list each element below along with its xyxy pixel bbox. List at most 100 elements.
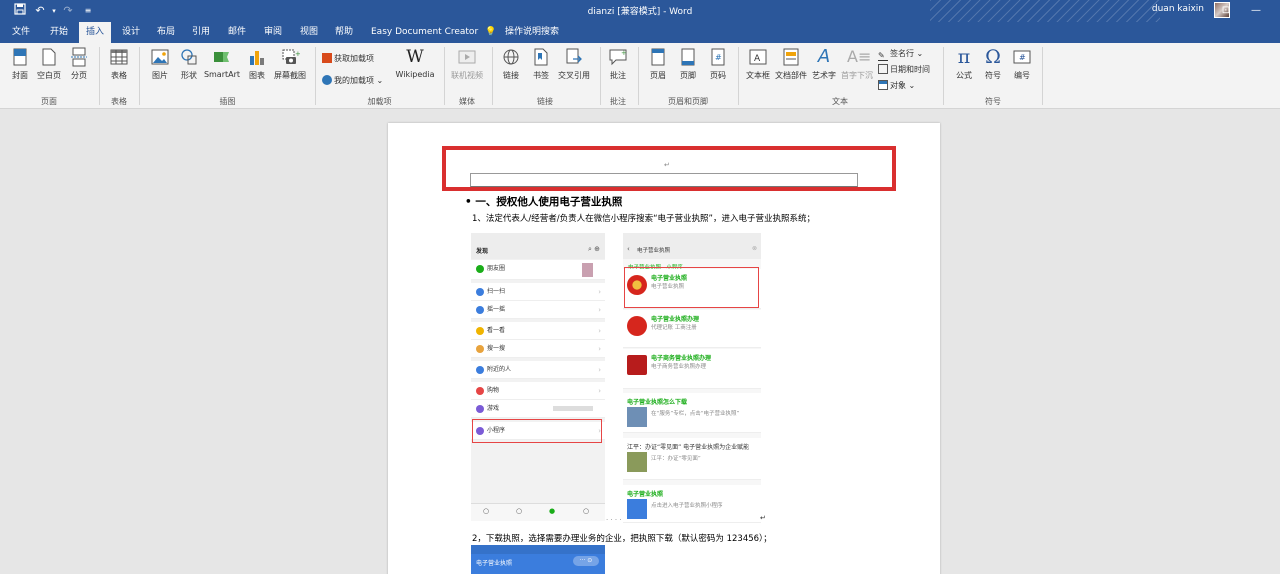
group-pages-label: 页面: [41, 97, 57, 106]
tab-help[interactable]: 帮助: [328, 22, 360, 43]
wordart-button[interactable]: A 艺术字: [809, 47, 839, 81]
tab-layout[interactable]: 布局: [150, 22, 182, 43]
list-item-label: 扫一扫: [487, 288, 506, 295]
ribbon-separator: [99, 47, 100, 105]
svg-text:+: +: [295, 50, 300, 58]
cover-page-button[interactable]: 封面: [6, 47, 34, 81]
get-addins-label: 获取加载项: [334, 54, 374, 63]
document-area: ↵ • 一、授权他人使用电子营业执照 1、法定代表人/经营者/负责人在微信小程序…: [0, 110, 1280, 574]
online-video-button[interactable]: 联机视频: [449, 47, 485, 81]
footer-button[interactable]: 页脚: [674, 47, 702, 81]
signature-line-button[interactable]: ✎ 签名行 ⌄: [878, 48, 923, 61]
tab-references[interactable]: 引用: [185, 22, 217, 43]
page-number-button[interactable]: # 页码: [704, 47, 732, 81]
my-addins-icon: [322, 75, 332, 85]
page-break-button[interactable]: 分页: [66, 47, 92, 81]
tab-mailings[interactable]: 邮件: [221, 22, 253, 43]
ribbon-separator: [444, 47, 445, 105]
tab-home[interactable]: 开始: [43, 22, 75, 43]
tab-easy-document-creator[interactable]: Easy Document Creator: [364, 22, 485, 43]
list-item-label: 游戏: [487, 405, 500, 412]
numbering-button[interactable]: # 编号: [1008, 47, 1036, 81]
header-button[interactable]: 页眉: [644, 47, 672, 81]
bookmark-icon: [534, 48, 548, 66]
phone-screenshot-search: ‹ 电子营业执照 ⊗ 电子营业执照 · 小程序 电子营业执照 电子营业执照 电子营…: [623, 233, 761, 523]
group-header-footer-label: 页眉和页脚: [668, 97, 708, 106]
title-bar: ↶ ▾ ↷ ≡ dianzi [兼容模式] - Word duan kaixin…: [0, 0, 1280, 22]
ribbon-separator: [1042, 47, 1043, 105]
list-item: 附近的人 ›: [471, 361, 605, 379]
quick-parts-button[interactable]: 文档部件: [775, 47, 807, 81]
chart-icon: [250, 51, 264, 65]
tab-review[interactable]: 审阅: [257, 22, 289, 43]
chart-label: 图表: [249, 71, 265, 80]
result-logo-icon: [627, 316, 647, 336]
page-number-icon: #: [711, 48, 725, 66]
smartart-label: SmartArt: [203, 70, 241, 79]
ribbon-display-icon[interactable]: ⊡: [1216, 2, 1236, 20]
my-addins-button[interactable]: 我的加载项 ⌄: [322, 75, 383, 86]
group-comments-label: 批注: [610, 97, 626, 106]
store-icon: [322, 53, 332, 63]
picture-button[interactable]: 图片: [146, 47, 174, 81]
object-button[interactable]: 对象 ⌄: [878, 80, 915, 91]
screenshot-button[interactable]: + 屏幕截图: [271, 47, 309, 81]
svg-text:#: #: [1019, 53, 1026, 62]
top-stories-icon: [476, 327, 484, 335]
shapes-label: 形状: [181, 71, 197, 80]
list-item: 游戏: [471, 400, 605, 418]
cross-reference-button[interactable]: 交叉引用: [556, 47, 592, 81]
tell-me-search[interactable]: 操作说明搜索: [498, 22, 566, 43]
tab-file[interactable]: 文件: [5, 22, 37, 43]
chart-button[interactable]: 图表: [244, 47, 270, 81]
textbox-label: 文本框: [746, 71, 770, 80]
chevron-right-icon: ›: [598, 387, 601, 395]
paragraph-2: 2，下载执照，选择需要办理业务的企业，把执照下载（默认密码为 123456）；: [472, 534, 772, 544]
group-symbols-label: 符号: [985, 97, 1001, 106]
blank-page-label: 空白页: [37, 71, 61, 80]
blank-page-button[interactable]: 空白页: [34, 47, 64, 81]
screenshot-label: 屏幕截图: [274, 71, 306, 80]
list-item-label: 摇一摇: [487, 306, 506, 313]
table-button[interactable]: 表格: [104, 47, 134, 81]
list-item: 朋友圈: [471, 260, 605, 280]
document-page[interactable]: ↵ • 一、授权他人使用电子营业执照 1、法定代表人/经营者/负责人在微信小程序…: [388, 123, 940, 574]
drop-cap-button[interactable]: A≡ 首字下沉: [840, 47, 874, 81]
wikipedia-button[interactable]: W Wikipedia: [393, 47, 437, 79]
ribbon-tabs: 文件 开始 插入 设计 布局 引用 邮件 审阅 视图 帮助 Easy Docum…: [0, 22, 1280, 43]
result-title: 电子营业执照: [627, 491, 664, 498]
textbox-button[interactable]: A 文本框: [743, 47, 773, 81]
pi-icon: π: [957, 46, 971, 68]
tab-insert[interactable]: 插入: [79, 22, 112, 43]
search-result: 江平：办证“零见面” 电子营业执照为企业赋能 江平：办证“零见面”: [623, 438, 761, 480]
tab-view[interactable]: 视图: [293, 22, 325, 43]
date-time-button[interactable]: 日期和时间: [878, 64, 930, 75]
svg-text:A: A: [754, 54, 761, 64]
wikipedia-label: Wikipedia: [395, 70, 435, 79]
get-addins-button[interactable]: 获取加载项: [322, 53, 374, 64]
group-addins-label: 加载项: [367, 97, 392, 106]
screenshot-icon: +: [282, 49, 300, 64]
search-result: 电子营业执照办理 代理记账 工商注册: [623, 310, 761, 348]
symbol-label: 符号: [985, 71, 1001, 80]
games-icon: [476, 405, 484, 413]
smartart-button[interactable]: SmartArt: [203, 47, 241, 79]
comment-button[interactable]: + 批注: [604, 47, 632, 81]
result-subtitle: 在“服务”专栏，点击“电子营业执照”: [651, 411, 740, 417]
bookmark-button[interactable]: 书签: [528, 47, 554, 81]
symbol-button[interactable]: Ω 符号: [979, 47, 1007, 81]
user-name[interactable]: duan kaixin: [1152, 4, 1204, 14]
tab-design[interactable]: 设计: [115, 22, 147, 43]
equation-button[interactable]: π 公式: [950, 47, 978, 81]
quick-parts-label: 文档部件: [775, 71, 807, 80]
table-label: 表格: [111, 71, 127, 80]
search-query: 电子营业执照: [637, 248, 671, 254]
minimize-icon[interactable]: —: [1246, 2, 1266, 20]
page-break-icon: [71, 47, 87, 67]
page-header-region[interactable]: [470, 173, 858, 187]
shapes-button[interactable]: 形状: [176, 47, 202, 81]
search-result: 电子营业执照 点击进入电子营业执照小程序: [623, 485, 761, 523]
link-button[interactable]: 链接: [498, 47, 524, 81]
search-result: 电子商务营业执照办理 电子商务营业执照办理: [623, 349, 761, 389]
wordart-label: 艺术字: [812, 71, 836, 80]
